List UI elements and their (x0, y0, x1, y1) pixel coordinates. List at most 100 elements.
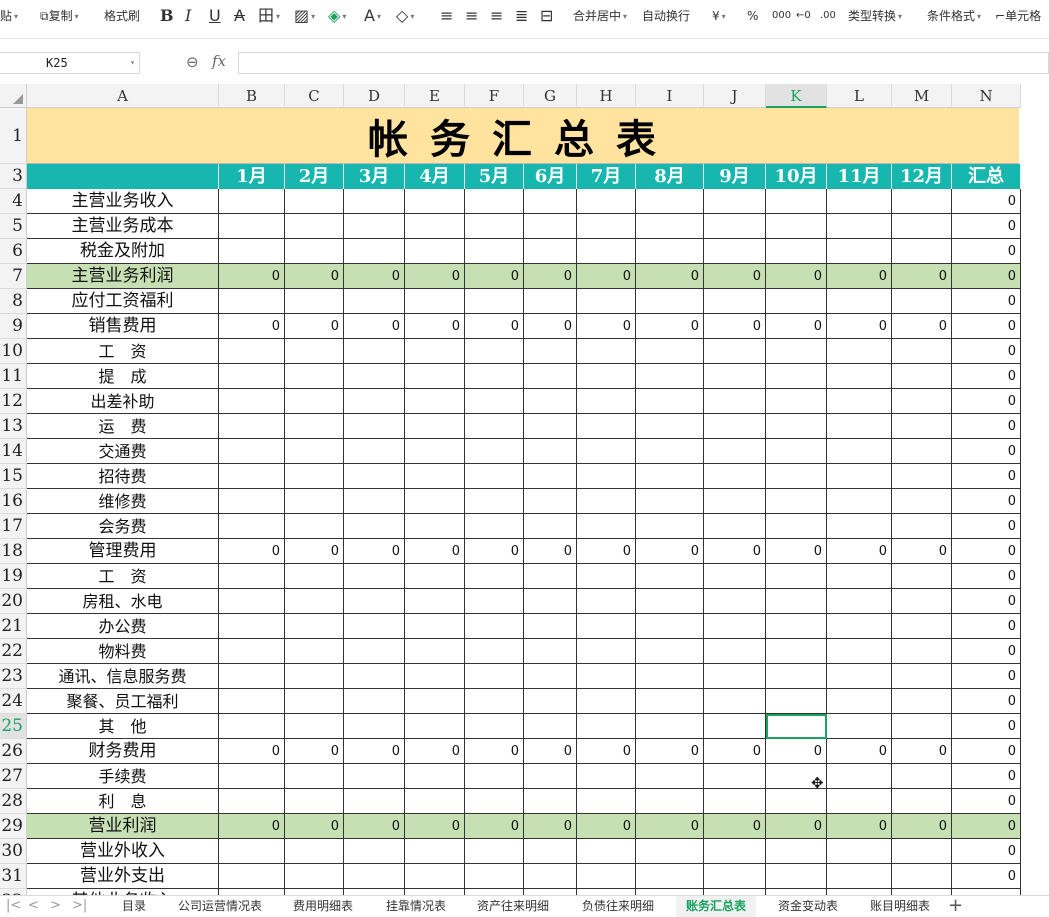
value-cell[interactable] (704, 439, 766, 464)
value-cell[interactable] (524, 514, 577, 539)
total-cell[interactable]: 0 (952, 639, 1021, 664)
value-cell[interactable] (577, 639, 636, 664)
value-cell[interactable] (219, 614, 285, 639)
value-cell[interactable] (219, 639, 285, 664)
value-cell[interactable] (344, 864, 405, 889)
row-header[interactable]: 13 (0, 414, 27, 439)
value-cell[interactable]: 0 (827, 539, 892, 564)
row-header[interactable]: 18 (0, 539, 27, 564)
header-cell-a[interactable] (27, 164, 219, 189)
value-cell[interactable] (704, 514, 766, 539)
value-cell[interactable]: 0 (465, 814, 524, 839)
month-header-cell[interactable]: 3月 (344, 164, 405, 189)
value-cell[interactable]: 0 (892, 814, 952, 839)
value-cell[interactable] (892, 289, 952, 314)
value-cell[interactable] (285, 339, 344, 364)
value-cell[interactable] (344, 689, 405, 714)
value-cell[interactable] (892, 564, 952, 589)
distribute-icon[interactable]: ⊟ (540, 6, 553, 26)
value-cell[interactable]: 0 (285, 314, 344, 339)
value-cell[interactable]: 0 (704, 539, 766, 564)
value-cell[interactable]: 0 (636, 539, 704, 564)
value-cell[interactable] (344, 364, 405, 389)
row-header[interactable]: 21 (0, 614, 27, 639)
value-cell[interactable]: 0 (892, 314, 952, 339)
value-cell[interactable] (344, 489, 405, 514)
value-cell[interactable]: 0 (766, 314, 827, 339)
value-cell[interactable] (285, 714, 344, 739)
value-cell[interactable] (344, 214, 405, 239)
month-header-cell[interactable]: 10月 (766, 164, 827, 189)
value-cell[interactable]: 0 (465, 314, 524, 339)
value-cell[interactable] (344, 714, 405, 739)
value-cell[interactable] (285, 489, 344, 514)
row-label-cell[interactable]: 会务费 (27, 514, 219, 539)
value-cell[interactable] (704, 564, 766, 589)
value-cell[interactable] (636, 589, 704, 614)
total-cell[interactable]: 0 (952, 364, 1021, 389)
total-cell[interactable]: 0 (952, 764, 1021, 789)
value-cell[interactable] (219, 214, 285, 239)
value-cell[interactable] (636, 189, 704, 214)
value-cell[interactable] (285, 789, 344, 814)
value-cell[interactable]: 0 (344, 314, 405, 339)
value-cell[interactable]: 0 (465, 739, 524, 764)
value-cell[interactable] (465, 664, 524, 689)
value-cell[interactable]: 0 (405, 814, 465, 839)
value-cell[interactable] (285, 864, 344, 889)
month-header-cell[interactable]: 2月 (285, 164, 344, 189)
value-cell[interactable] (827, 189, 892, 214)
value-cell[interactable] (465, 564, 524, 589)
value-cell[interactable] (636, 714, 704, 739)
value-cell[interactable] (636, 339, 704, 364)
value-cell[interactable] (285, 589, 344, 614)
row-label-cell[interactable]: 运 费 (27, 414, 219, 439)
value-cell[interactable] (524, 864, 577, 889)
value-cell[interactable] (344, 239, 405, 264)
row-header[interactable]: 3 (0, 164, 27, 189)
value-cell[interactable] (766, 864, 827, 889)
value-cell[interactable] (344, 189, 405, 214)
total-cell[interactable]: 0 (952, 514, 1021, 539)
value-cell[interactable] (405, 664, 465, 689)
total-cell[interactable]: 0 (952, 389, 1021, 414)
value-cell[interactable] (766, 614, 827, 639)
value-cell[interactable] (704, 414, 766, 439)
value-cell[interactable] (766, 639, 827, 664)
value-cell[interactable] (465, 214, 524, 239)
value-cell[interactable] (219, 414, 285, 439)
value-cell[interactable] (405, 564, 465, 589)
value-cell[interactable] (766, 289, 827, 314)
decrease-decimal-icon[interactable]: .00 (820, 6, 836, 26)
value-cell[interactable] (465, 239, 524, 264)
value-cell[interactable]: 0 (285, 739, 344, 764)
value-cell[interactable] (524, 839, 577, 864)
row-label-cell[interactable]: 办公费 (27, 614, 219, 639)
fill-pattern-icon[interactable]: ▨ ▾ (294, 6, 315, 26)
value-cell[interactable] (465, 464, 524, 489)
total-cell[interactable]: 0 (952, 789, 1021, 814)
value-cell[interactable] (524, 614, 577, 639)
value-cell[interactable] (465, 714, 524, 739)
value-cell[interactable] (524, 789, 577, 814)
row-label-cell[interactable]: 营业利润 (27, 814, 219, 839)
value-cell[interactable]: 0 (577, 814, 636, 839)
function-icon[interactable]: fx (212, 52, 226, 70)
value-cell[interactable]: 0 (405, 314, 465, 339)
value-cell[interactable] (285, 439, 344, 464)
row-header[interactable]: 7 (0, 264, 27, 289)
value-cell[interactable] (285, 239, 344, 264)
conditional-format-button[interactable]: 条件格式 ▾ (927, 6, 981, 26)
value-cell[interactable] (704, 289, 766, 314)
value-cell[interactable] (219, 589, 285, 614)
value-cell[interactable] (636, 764, 704, 789)
total-cell[interactable]: 0 (952, 664, 1021, 689)
value-cell[interactable]: 0 (827, 264, 892, 289)
value-cell[interactable] (285, 414, 344, 439)
value-cell[interactable] (577, 289, 636, 314)
value-cell[interactable] (465, 589, 524, 614)
value-cell[interactable] (636, 664, 704, 689)
value-cell[interactable] (577, 564, 636, 589)
month-header-cell[interactable]: 11月 (827, 164, 892, 189)
border-icon[interactable]: 田 ▾ (258, 6, 280, 26)
